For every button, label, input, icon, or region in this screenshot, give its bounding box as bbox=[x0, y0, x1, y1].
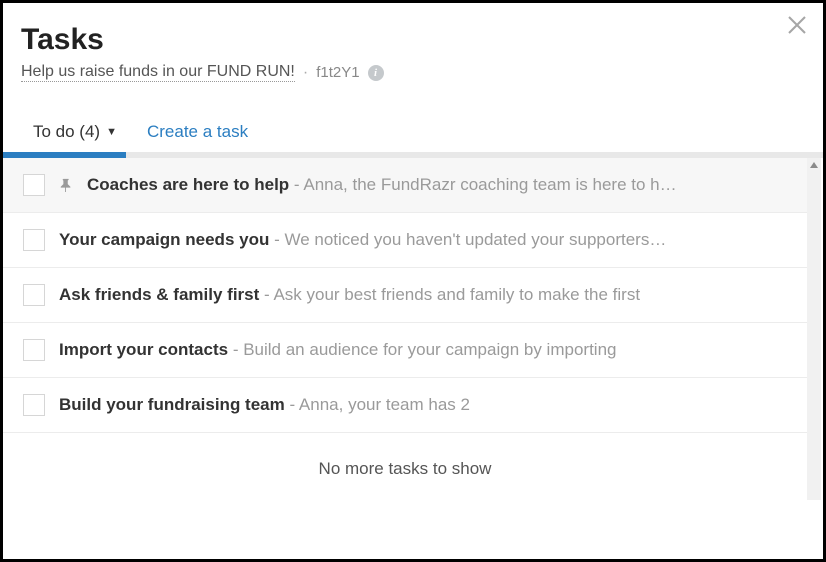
task-row[interactable]: Coaches are here to help - Anna, the Fun… bbox=[3, 158, 807, 213]
campaign-link[interactable]: Help us raise funds in our FUND RUN! bbox=[21, 63, 295, 82]
task-preview: Anna, the FundRazr coaching team is here… bbox=[303, 175, 676, 194]
task-list-area: Coaches are here to help - Anna, the Fun… bbox=[3, 158, 823, 500]
task-title: Build your fundraising team bbox=[59, 395, 285, 414]
close-button[interactable] bbox=[785, 13, 809, 37]
task-title: Your campaign needs you bbox=[59, 230, 269, 249]
scroll-up-button[interactable] bbox=[807, 158, 821, 172]
pin-icon bbox=[59, 178, 73, 192]
no-more-tasks: No more tasks to show bbox=[3, 433, 807, 505]
task-separator: - bbox=[269, 230, 284, 249]
task-checkbox[interactable] bbox=[23, 339, 45, 361]
chevron-up-icon bbox=[809, 160, 819, 170]
tab-todo-label: To do (4) bbox=[33, 122, 100, 142]
task-separator: - bbox=[289, 175, 303, 194]
close-icon bbox=[785, 13, 809, 37]
task-preview: We noticed you haven't updated your supp… bbox=[284, 230, 666, 249]
task-row[interactable]: Your campaign needs you - We noticed you… bbox=[3, 213, 807, 268]
task-checkbox[interactable] bbox=[23, 229, 45, 251]
task-checkbox[interactable] bbox=[23, 284, 45, 306]
scrollbar-track[interactable] bbox=[807, 158, 821, 500]
task-title: Ask friends & family first bbox=[59, 285, 259, 304]
separator-dot: · bbox=[303, 64, 308, 82]
task-checkbox[interactable] bbox=[23, 174, 45, 196]
subtitle-row: Help us raise funds in our FUND RUN! · f… bbox=[21, 63, 805, 82]
task-separator: - bbox=[259, 285, 273, 304]
task-row[interactable]: Import your contacts - Build an audience… bbox=[3, 323, 807, 378]
task-row[interactable]: Build your fundraising team - Anna, your… bbox=[3, 378, 807, 433]
task-separator: - bbox=[285, 395, 299, 414]
task-preview: Ask your best friends and family to make… bbox=[273, 285, 640, 304]
tabs-row: To do (4) ▼ Create a task bbox=[21, 122, 805, 152]
task-checkbox[interactable] bbox=[23, 394, 45, 416]
caret-down-icon: ▼ bbox=[106, 126, 117, 138]
task-row[interactable]: Ask friends & family first - Ask your be… bbox=[3, 268, 807, 323]
tasks-dialog: Tasks Help us raise funds in our FUND RU… bbox=[0, 0, 826, 562]
page-title: Tasks bbox=[21, 23, 805, 57]
task-title: Import your contacts bbox=[59, 340, 228, 359]
task-title: Coaches are here to help bbox=[87, 175, 289, 194]
task-preview: Build an audience for your campaign by i… bbox=[243, 340, 616, 359]
tab-todo[interactable]: To do (4) ▼ bbox=[33, 122, 117, 142]
task-separator: - bbox=[228, 340, 243, 359]
task-list: Coaches are here to help - Anna, the Fun… bbox=[3, 158, 807, 433]
task-text: Ask friends & family first - Ask your be… bbox=[59, 285, 793, 305]
campaign-code: f1t2Y1 bbox=[316, 64, 359, 81]
dialog-content: Tasks Help us raise funds in our FUND RU… bbox=[3, 3, 823, 152]
task-text: Build your fundraising team - Anna, your… bbox=[59, 395, 793, 415]
task-text: Coaches are here to help - Anna, the Fun… bbox=[87, 175, 793, 195]
task-text: Your campaign needs you - We noticed you… bbox=[59, 230, 793, 250]
create-task-link[interactable]: Create a task bbox=[147, 122, 248, 142]
info-icon[interactable]: i bbox=[368, 65, 384, 81]
task-preview: Anna, your team has 2 bbox=[299, 395, 470, 414]
task-text: Import your contacts - Build an audience… bbox=[59, 340, 793, 360]
